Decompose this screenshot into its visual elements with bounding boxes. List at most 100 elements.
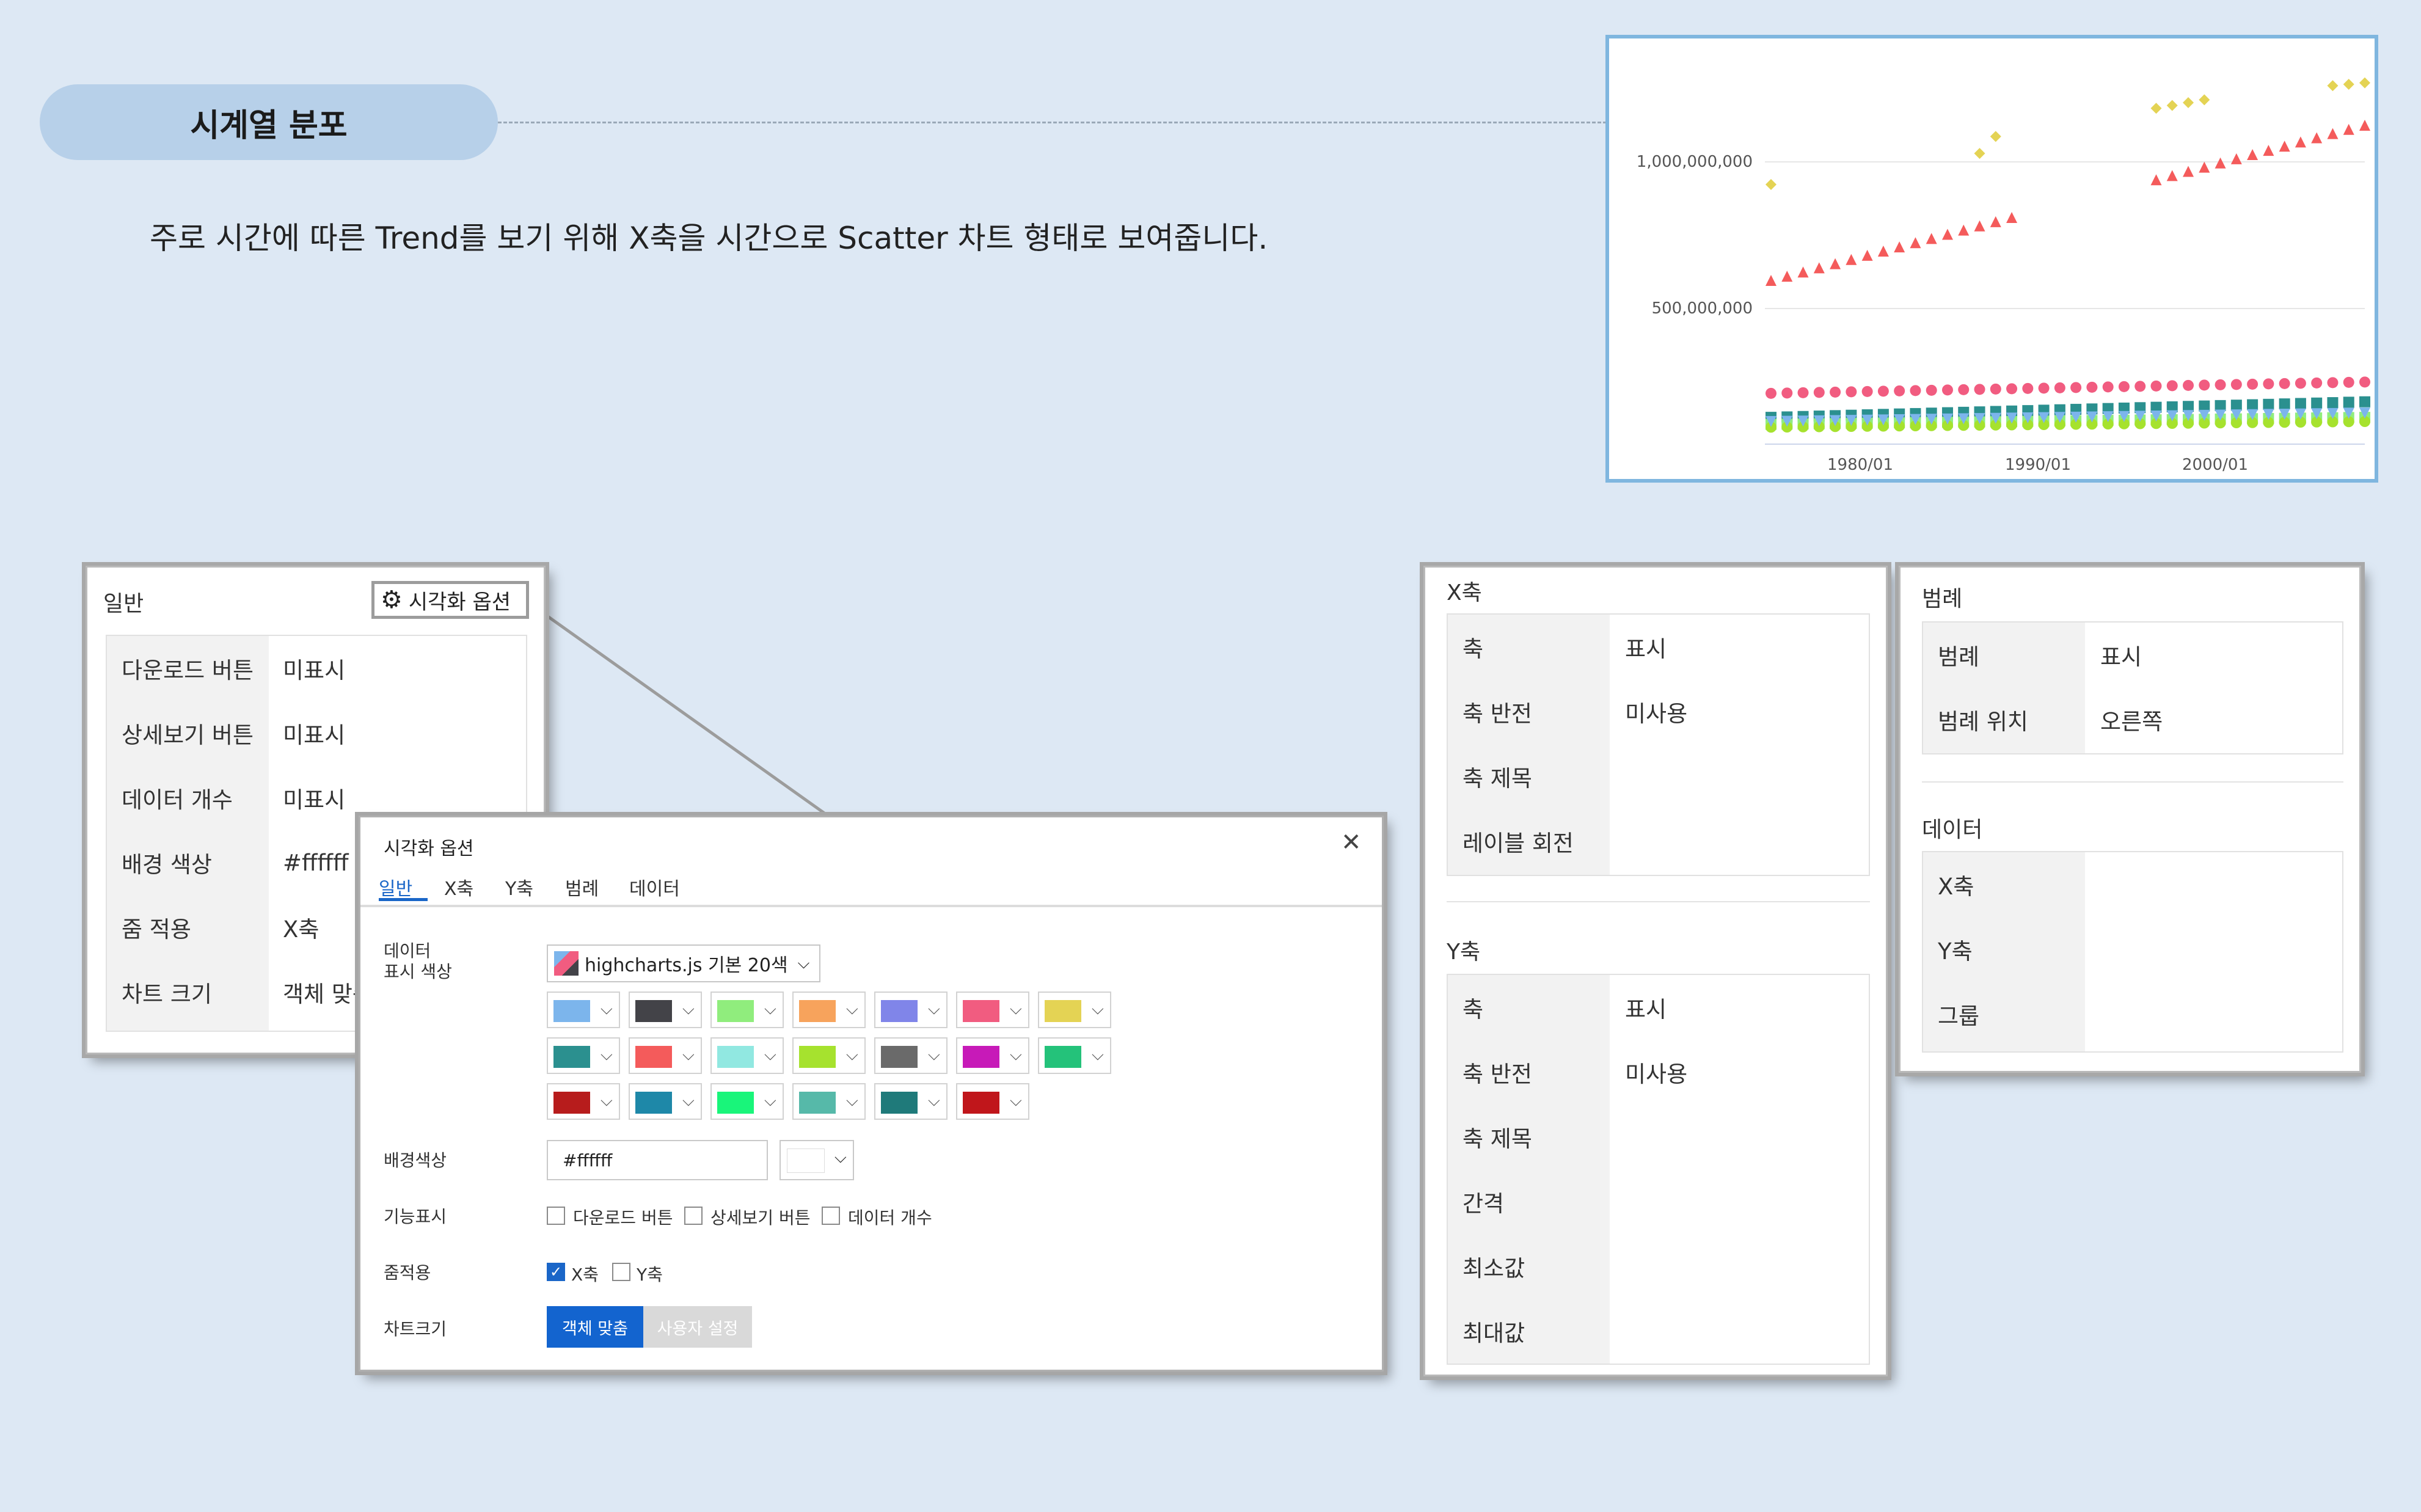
chevron-down-icon: ⌵	[846, 1092, 858, 1110]
color-swatch-1[interactable]: ⌵	[547, 992, 620, 1028]
scatter-point	[2327, 128, 2339, 139]
viz-options-button[interactable]: ⚙ 시각화 옵션	[371, 581, 529, 619]
color-chip	[635, 1046, 672, 1068]
palette-select[interactable]: highcharts.js 기본 20색 ⌵	[547, 944, 820, 982]
scatter-point	[2247, 149, 2259, 161]
bg-color-label: 배경색상	[384, 1150, 447, 1171]
scatter-point	[1894, 385, 1905, 396]
scatter-point	[2118, 381, 2130, 392]
zoom-label: 줌적용	[384, 1263, 431, 1283]
scatter-point	[2343, 123, 2354, 135]
scatter-point	[1766, 387, 1776, 399]
color-chip	[881, 1000, 918, 1022]
color-swatch-13[interactable]: ⌵	[956, 1037, 1029, 1074]
color-swatch-19[interactable]: ⌵	[874, 1083, 948, 1120]
color-swatch-6[interactable]: ⌵	[956, 992, 1029, 1028]
scatter-point	[2038, 382, 2050, 394]
color-swatch-18[interactable]: ⌵	[792, 1083, 866, 1120]
scatter-chart: 1,000,000,000 500,000,000 1980/01 1990/0…	[1637, 77, 2370, 474]
x-row-reverse: 축 반전 미사용	[1462, 701, 1688, 727]
color-swatch-11[interactable]: ⌵	[792, 1037, 866, 1074]
zoom-y-checkbox[interactable]	[612, 1263, 630, 1281]
color-swatch-10[interactable]: ⌵	[710, 1037, 784, 1074]
fit-object-button[interactable]: 객체 맞춤	[547, 1306, 643, 1348]
x-row-axis: 축 표시	[1462, 636, 1667, 662]
zoom-x-checkbox[interactable]: ✓	[547, 1263, 565, 1281]
scatter-point	[1958, 384, 1970, 395]
scatter-point	[1813, 262, 1825, 274]
tab-data[interactable]: 데이터	[629, 874, 680, 900]
scatter-point	[1894, 241, 1905, 253]
scatter-point	[1861, 385, 1873, 397]
section-title-pill: 시계열 분포	[40, 84, 498, 160]
custom-size-button[interactable]: 사용자 설정	[643, 1306, 752, 1348]
data-count-option: 데이터 개수	[848, 1208, 932, 1228]
scatter-point	[2230, 379, 2242, 390]
chevron-down-icon: ⌵	[1010, 1092, 1022, 1110]
scatter-point	[2343, 78, 2354, 90]
color-swatch-3[interactable]: ⌵	[710, 992, 784, 1028]
scatter-point	[2215, 400, 2226, 411]
chevron-down-icon: ⌵	[601, 1092, 613, 1110]
tab-x-axis[interactable]: X축	[444, 874, 473, 900]
color-swatch-8[interactable]: ⌵	[547, 1037, 620, 1074]
tab-legend[interactable]: 범례	[565, 874, 599, 900]
chevron-down-icon: ⌵	[846, 1046, 858, 1064]
scatter-point	[2295, 136, 2306, 148]
color-chip	[799, 1000, 836, 1022]
download-button-checkbox[interactable]	[547, 1207, 565, 1225]
color-swatch-14[interactable]: ⌵	[1038, 1037, 1111, 1074]
data-color-label: 데이터 표시 색상	[384, 941, 452, 982]
detail-button-checkbox[interactable]	[684, 1207, 703, 1225]
color-swatch-20[interactable]: ⌵	[956, 1083, 1029, 1120]
tab-general[interactable]: 일반	[379, 874, 412, 900]
scatter-point	[1974, 384, 1985, 395]
scatter-point	[2279, 378, 2290, 389]
scatter-point	[1766, 178, 1776, 190]
chevron-down-icon: ⌵	[1092, 1046, 1104, 1064]
color-swatch-16[interactable]: ⌵	[629, 1083, 702, 1120]
scatter-point	[2102, 381, 2114, 393]
bg-color-input[interactable]: #ffffff	[547, 1140, 768, 1180]
chart-preview: 1,000,000,000 500,000,000 1980/01 1990/0…	[1605, 35, 2378, 483]
scatter-point	[2022, 382, 2034, 394]
scatter-point	[1781, 387, 1793, 399]
x-axis-title: X축	[1447, 580, 1482, 605]
scatter-point	[1846, 386, 1857, 398]
tab-y-axis[interactable]: Y축	[505, 874, 533, 900]
data-count-checkbox[interactable]	[822, 1207, 840, 1225]
chevron-down-icon: ⌵	[601, 1000, 613, 1018]
bg-color-picker[interactable]: ⌵	[780, 1140, 854, 1180]
chevron-down-icon: ⌵	[1010, 1000, 1022, 1018]
scatter-point	[2166, 100, 2178, 111]
leader-line	[530, 603, 829, 817]
color-chip	[717, 1046, 754, 1068]
color-swatch-4[interactable]: ⌵	[792, 992, 866, 1028]
chevron-down-icon: ⌵	[928, 1000, 940, 1018]
detail-button-option: 상세보기 버튼	[710, 1208, 811, 1228]
color-swatch-15[interactable]: ⌵	[547, 1083, 620, 1120]
scatter-point	[2263, 378, 2274, 390]
color-swatch-9[interactable]: ⌵	[629, 1037, 702, 1074]
color-swatch-12[interactable]: ⌵	[874, 1037, 948, 1074]
scatter-point	[2183, 379, 2194, 391]
color-swatch-17[interactable]: ⌵	[710, 1083, 784, 1120]
scatter-point	[2247, 399, 2259, 411]
color-swatch-7[interactable]: ⌵	[1038, 992, 1111, 1028]
x-row-title: 축 제목	[1462, 765, 1532, 792]
x-tick-label: 1990/01	[2005, 456, 2071, 474]
scatter-point	[2150, 380, 2162, 392]
download-button-option: 다운로드 버튼	[573, 1208, 673, 1228]
color-swatch-2[interactable]: ⌵	[629, 992, 702, 1028]
scatter-point	[1974, 220, 1985, 232]
data-row-y: Y축	[1938, 938, 1973, 965]
scatter-point	[2054, 382, 2065, 393]
color-swatch-5[interactable]: ⌵	[874, 992, 948, 1028]
scatter-point	[2150, 174, 2162, 186]
close-icon[interactable]: ✕	[1341, 828, 1362, 856]
color-chip	[963, 1092, 999, 1114]
color-chip	[553, 1092, 590, 1114]
chevron-down-icon: ⌵	[682, 1000, 695, 1018]
scatter-point	[1766, 275, 1776, 287]
scatter-point	[2199, 379, 2210, 391]
